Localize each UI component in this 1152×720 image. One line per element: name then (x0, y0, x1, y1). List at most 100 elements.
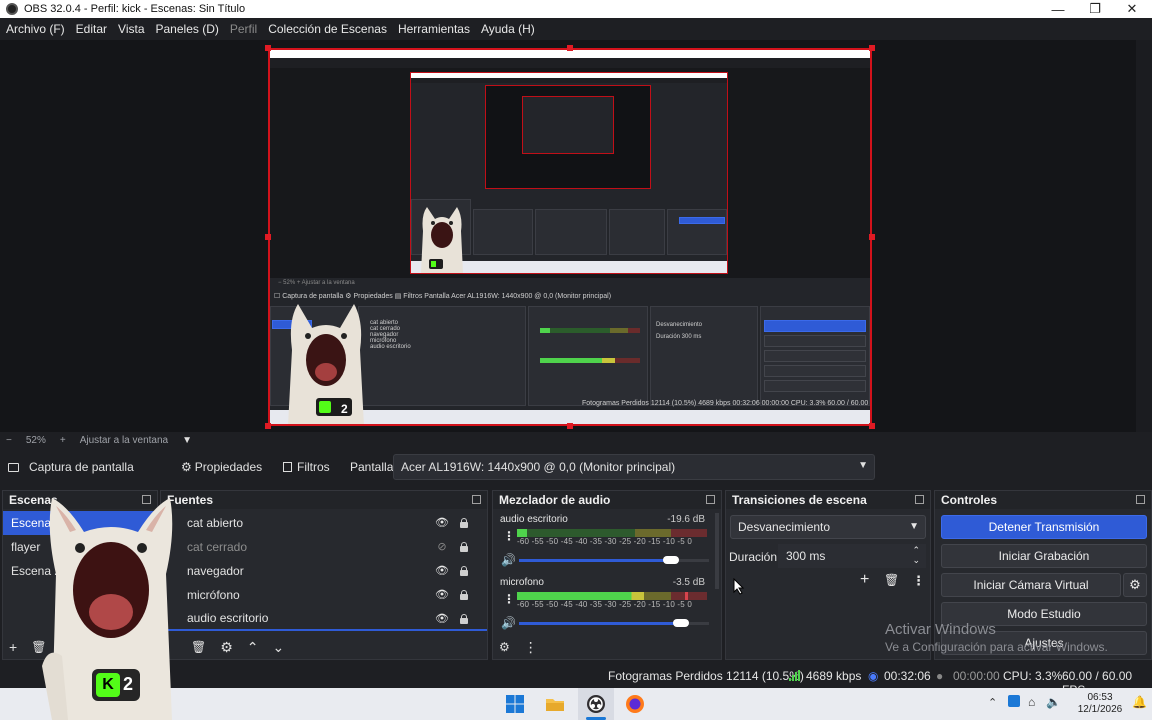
preview-scrollbar[interactable] (1136, 40, 1152, 432)
menu-vista[interactable]: Vista (118, 22, 144, 36)
kick-badge-count: 2 (123, 674, 134, 694)
resize-handle-r[interactable] (869, 234, 875, 240)
undock-icon[interactable] (706, 495, 715, 504)
preview-canvas[interactable]: − 52% + Ajustar a la ventana ☐ Captura d… (268, 48, 872, 426)
properties-button[interactable]: ⚙ Propiedades (181, 460, 262, 474)
firefox-icon[interactable] (625, 694, 645, 714)
resize-handle-b[interactable] (567, 423, 573, 429)
record-time: 00:00:00 (953, 669, 1000, 683)
spin-down-icon[interactable]: ⌄ (912, 555, 920, 566)
close-button[interactable]: ✕ (1114, 0, 1150, 18)
speaker-icon[interactable]: 🔊 (501, 616, 516, 630)
volume-slider[interactable] (519, 619, 709, 627)
menu-paneles[interactable]: Paneles (D) (156, 22, 219, 36)
source-item[interactable]: audio escritorio 👁 (161, 607, 487, 631)
undock-icon[interactable] (1136, 495, 1145, 504)
zoom-out-button[interactable]: − (6, 435, 12, 446)
resize-handle-l[interactable] (265, 234, 271, 240)
audio-mixer-dock: Mezclador de audio audio escritorio -19.… (492, 490, 722, 660)
volume-slider[interactable] (519, 556, 709, 564)
resize-handle-bl[interactable] (265, 423, 271, 429)
eye-icon[interactable]: 👁 (435, 612, 449, 625)
zoom-dropdown-icon[interactable]: ▼ (182, 435, 192, 446)
plus-icon[interactable]: + (9, 639, 17, 655)
source-item[interactable]: cat abierto 👁 (161, 511, 487, 535)
lock-icon[interactable] (459, 614, 469, 624)
kebab-icon[interactable]: ⋮ (503, 592, 515, 606)
gear-icon[interactable]: ⚙ (220, 639, 233, 656)
volume-slider-knob[interactable] (672, 619, 689, 627)
tray-chevron-icon[interactable]: ⌃ (988, 696, 997, 709)
speaker-icon[interactable]: 🔊 (501, 553, 516, 567)
menu-perfil[interactable]: Perfil (230, 22, 257, 36)
clock[interactable]: 06:53 12/1/2026 (1074, 692, 1126, 716)
nested2-dock-transitions (609, 209, 665, 255)
eye-icon[interactable]: 👁 (435, 564, 449, 577)
notifications-icon[interactable]: 🔔 (1132, 695, 1147, 709)
start-virtual-cam-button[interactable]: Iniciar Cámara Virtual (941, 573, 1121, 597)
stop-stream-button[interactable]: Detener Transmisión (941, 515, 1147, 539)
nested-dock-mixer (528, 306, 648, 406)
zoom-in-button[interactable]: + (60, 435, 66, 446)
move-down-icon[interactable]: ⌄ (273, 639, 285, 656)
volume-icon[interactable]: 🔈 (1046, 695, 1061, 709)
maximize-button[interactable]: ❐ (1077, 0, 1113, 18)
display-label: Pantalla (350, 460, 394, 474)
obs-taskbar-icon[interactable] (586, 694, 606, 714)
duration-input[interactable]: 300 ms ⌃ ⌄ (778, 544, 926, 568)
undock-icon[interactable] (472, 495, 481, 504)
preview-cat-image: 2 (288, 304, 364, 424)
kick-logo-icon: K (96, 673, 120, 697)
source-selected[interactable]: Captura de pantalla (8, 460, 134, 474)
duration-label: Duración (729, 550, 778, 564)
mixer-scrollbar[interactable] (715, 513, 719, 589)
windows-start-icon[interactable] (505, 694, 525, 714)
chevron-down-icon: ▼ (858, 460, 868, 471)
eye-icon[interactable]: 👁 (435, 516, 449, 529)
lock-icon[interactable] (459, 518, 469, 528)
zoom-fit-option[interactable]: Ajustar a la ventana (80, 435, 168, 446)
move-up-icon[interactable]: ⌃ (247, 639, 259, 656)
lock-icon[interactable] (459, 566, 469, 576)
undock-icon[interactable] (915, 495, 924, 504)
start-recording-button[interactable]: Iniciar Grabación (941, 544, 1147, 568)
record-icon: ● (936, 669, 944, 683)
gear-icon[interactable]: ⚙ (499, 640, 510, 654)
lock-icon[interactable] (459, 590, 469, 600)
filters-button[interactable]: Filtros (283, 460, 330, 474)
kebab-icon[interactable]: ⋮ (524, 639, 538, 656)
resize-handle-br[interactable] (869, 423, 875, 429)
resize-handle-t[interactable] (567, 45, 573, 51)
source-item[interactable]: cat cerrado ⊘ (161, 535, 487, 559)
menu-editar[interactable]: Editar (76, 22, 107, 36)
nested-cat-image (421, 207, 463, 273)
display-select[interactable]: Acer AL1916W: 1440x900 @ 0,0 (Monitor pr… (393, 454, 875, 480)
nested-source-list: cat abierto cat cerrado navegador micrófono… (370, 320, 411, 350)
trash-icon[interactable]: 🗑 (884, 573, 899, 587)
menu-ayuda[interactable]: Ayuda (H) (481, 22, 535, 36)
eye-hidden-icon[interactable]: ⊘ (435, 540, 449, 553)
gear-icon[interactable]: ⚙ (1123, 573, 1147, 597)
lock-icon[interactable] (459, 542, 469, 552)
nested-rec-button (764, 335, 866, 347)
minimize-button[interactable]: — (1040, 0, 1076, 18)
plus-icon[interactable]: + (860, 571, 869, 589)
source-item[interactable]: navegador 👁 (161, 559, 487, 583)
kebab-icon[interactable]: ⋮ (912, 573, 925, 589)
menu-coleccion-escenas[interactable]: Colección de Escenas (268, 22, 387, 36)
file-explorer-icon[interactable] (545, 694, 565, 714)
resize-handle-tl[interactable] (265, 45, 271, 51)
kebab-icon[interactable]: ⋮ (503, 529, 515, 543)
eye-icon[interactable]: 👁 (435, 588, 449, 601)
sources-dock-header: Fuentes (161, 491, 487, 509)
menu-herramientas[interactable]: Herramientas (398, 22, 470, 36)
source-name: Captura de pantalla (29, 460, 134, 474)
controls-title: Controles (941, 493, 998, 507)
transition-select[interactable]: Desvanecimiento ▼ (730, 515, 926, 539)
menu-archivo[interactable]: Archivo (F) (6, 22, 65, 36)
tray-app-icon[interactable] (1008, 695, 1020, 707)
network-icon[interactable]: ⌂ (1028, 695, 1035, 709)
resize-handle-tr[interactable] (869, 45, 875, 51)
source-item[interactable]: micrófono 👁 (161, 583, 487, 607)
volume-slider-knob[interactable] (663, 556, 679, 564)
